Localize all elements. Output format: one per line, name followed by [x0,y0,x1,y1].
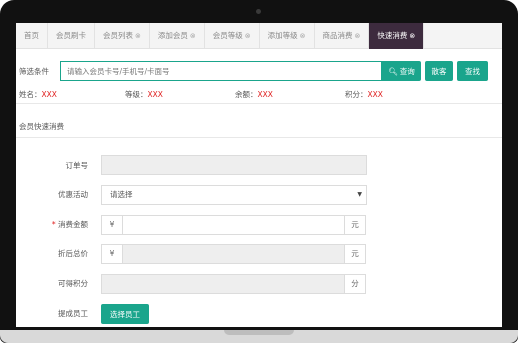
discount-total-field [122,244,345,264]
tab-label: 添加会员 [157,31,188,40]
discount-prefix: ¥ [101,244,123,264]
close-icon[interactable]: ⊗ [245,23,251,49]
name-label: 姓名： [19,90,42,99]
tab-label: 商品消费 [322,31,353,40]
member-level: 等级：XXX [125,89,163,100]
points-suffix: 分 [344,274,366,294]
query-button-label: 查询 [399,66,415,76]
balance-value: XXX [257,90,273,99]
app-screen: 首页 会员刷卡 会员列表 ⊗ 添加会员 ⊗ 会员等级 ⊗ 添加等级 ⊗ 商品消费 ⊗ 快速… [16,23,502,327]
member-points: 积分：XXX [345,89,383,100]
tab-bar: 首页 会员刷卡 会员列表 ⊗ 添加会员 ⊗ 会员等级 ⊗ 添加等级 ⊗ 商品消费 ⊗ 快速… [16,23,502,49]
tab-label: 会员列表 [103,31,133,40]
close-icon[interactable]: ⊗ [300,23,306,49]
close-icon[interactable]: ⊗ [190,23,196,49]
section-title: 会员快速消费 [19,122,64,131]
points-earned-field [101,274,345,294]
tab-label: 首页 [24,31,39,40]
points-earned-label: 可得积分 [58,279,88,288]
find-button[interactable]: 查找 [457,61,488,81]
discount-suffix: 元 [344,244,366,264]
query-button[interactable]: 🔍︎ 查询 [382,61,421,81]
tab-product-consume[interactable]: 商品消费 ⊗ [315,23,370,49]
divider [16,103,502,104]
select-staff-button[interactable]: 选择员工 [101,304,149,324]
order-no-field [101,155,367,175]
laptop-notch [224,330,294,335]
member-name: 姓名：XXX [19,89,57,100]
tab-label: 快速消费 [377,31,408,40]
level-value: XXX [147,90,163,99]
camera-dot [256,9,261,14]
close-icon[interactable]: ⊗ [355,23,361,49]
tab-member-list[interactable]: 会员列表 ⊗ [95,23,150,49]
points-label: 积分： [345,90,368,99]
balance-label: 余额： [235,90,258,99]
amount-input[interactable] [122,215,345,235]
member-balance: 余额：XXX [235,89,273,100]
tab-label: 会员刷卡 [56,31,86,40]
points-value: XXX [367,90,383,99]
level-label: 等级： [125,90,148,99]
divider [16,137,502,138]
discount-total-label: 折后总价 [58,249,88,258]
staff-label: 提成员工 [58,309,88,318]
filter-label: 筛选条件 [19,67,49,76]
promo-select[interactable]: 请选择 ▼ [101,185,367,205]
amount-label: * 消费金额 [16,219,88,230]
close-icon[interactable]: ⊗ [135,23,141,49]
order-no-label: 订单号 [65,161,89,170]
promo-selected: 请选择 [110,190,133,199]
tab-quick-consume[interactable]: 快速消费 ⊗ [369,23,425,49]
guest-button[interactable]: 散客 [425,61,453,81]
amount-prefix: ¥ [101,215,123,235]
member-search-input[interactable] [60,61,382,81]
tab-member-card[interactable]: 会员刷卡 [48,23,95,49]
tab-member-level[interactable]: 会员等级 ⊗ [205,23,260,49]
promo-label: 优惠活动 [58,190,88,199]
tab-add-member[interactable]: 添加会员 ⊗ [150,23,205,49]
caret-down-icon: ▼ [357,191,362,198]
amount-label-text: 消费金额 [58,220,88,229]
amount-suffix: 元 [344,215,366,235]
laptop-frame: 首页 会员刷卡 会员列表 ⊗ 添加会员 ⊗ 会员等级 ⊗ 添加等级 ⊗ 商品消费 ⊗ 快速… [0,0,518,343]
tab-home[interactable]: 首页 [16,23,48,49]
tab-add-level[interactable]: 添加等级 ⊗ [260,23,315,49]
laptop-base [0,330,518,343]
name-value: XXX [41,90,57,99]
close-icon[interactable]: ⊗ [409,23,415,49]
tab-label: 会员等级 [212,31,243,40]
tab-label: 添加等级 [267,31,298,40]
search-icon: 🔍︎ [388,66,398,76]
